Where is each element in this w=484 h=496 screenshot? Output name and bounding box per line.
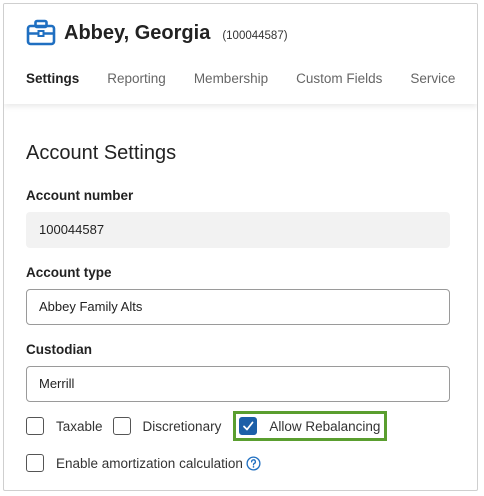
page-header: Abbey, Georgia (100044587) Settings Repo… xyxy=(4,4,477,104)
title-row: Abbey, Georgia (100044587) xyxy=(26,18,288,48)
taxable-checkbox[interactable] xyxy=(26,417,44,435)
amortization-checkbox[interactable] xyxy=(26,454,44,472)
section-title: Account Settings xyxy=(26,142,177,164)
discretionary-checkbox[interactable] xyxy=(112,417,131,435)
account-number-subtitle: (100044587) xyxy=(222,30,288,42)
allow-rebalancing-checkbox[interactable] xyxy=(239,417,258,435)
checkmark-icon xyxy=(243,421,254,431)
tab-bar: Settings Reporting Membership Custom Fie… xyxy=(26,71,477,86)
tab-custom-fields[interactable]: Custom Fields xyxy=(296,71,382,86)
account-number-label: Account number xyxy=(26,188,134,203)
allow-rebalancing-label: Allow Rebalancing xyxy=(269,418,381,434)
tab-service[interactable]: Service xyxy=(410,71,455,86)
account-settings-panel: Abbey, Georgia (100044587) Settings Repo… xyxy=(3,3,478,491)
discretionary-label: Discretionary xyxy=(142,418,222,434)
account-type-input[interactable]: Abbey Family Alts xyxy=(26,289,450,325)
taxable-label: Taxable xyxy=(56,418,103,434)
tab-settings[interactable]: Settings xyxy=(26,71,79,86)
help-circle-icon[interactable] xyxy=(246,455,261,471)
account-name-title: Abbey, Georgia xyxy=(64,21,211,44)
briefcase-icon xyxy=(26,19,56,46)
tab-reporting[interactable]: Reporting xyxy=(107,71,166,86)
amortization-row: Enable amortization calculation xyxy=(26,454,261,472)
account-type-label: Account type xyxy=(26,265,112,280)
amortization-label: Enable amortization calculation xyxy=(56,455,243,471)
allow-rebalancing-highlight: Allow Rebalancing xyxy=(233,411,388,441)
custodian-label: Custodian xyxy=(26,342,92,357)
account-number-field: 100044587 xyxy=(26,212,450,248)
tab-membership[interactable]: Membership xyxy=(194,71,268,86)
checkbox-row: Taxable Discretionary Allow Rebalancing xyxy=(26,411,388,441)
custodian-input[interactable]: Merrill xyxy=(26,366,450,402)
